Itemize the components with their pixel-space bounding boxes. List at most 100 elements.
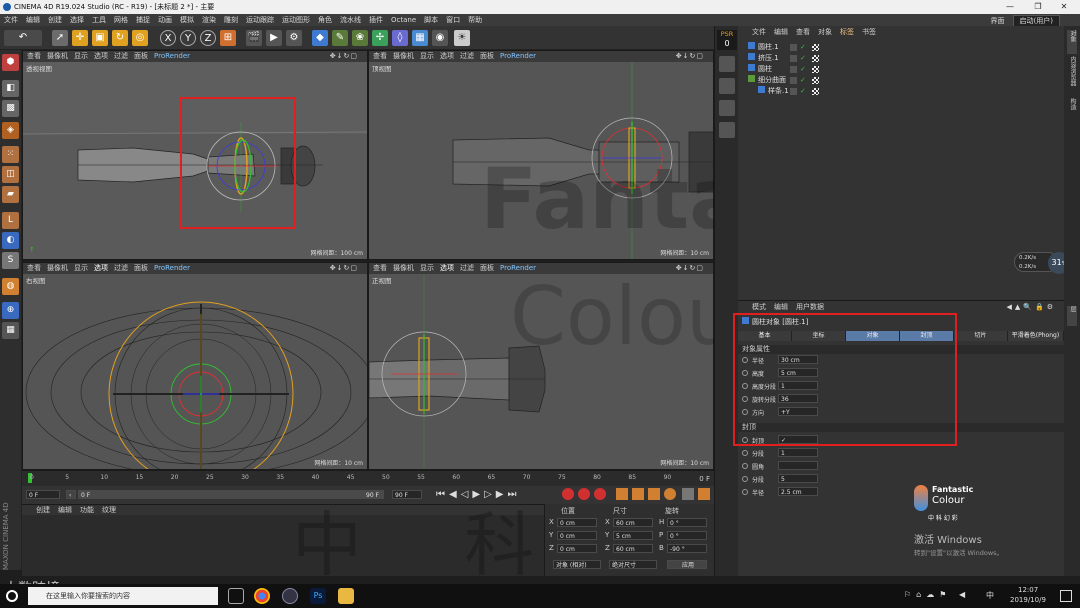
visibility-dots-icon[interactable] [790,88,797,95]
attr-tab[interactable]: 平滑着色(Phong) [1008,331,1064,341]
menu-snap[interactable]: 捕捉 [132,14,154,26]
am-menu-edit[interactable]: 编辑 [774,303,788,311]
snap-icon[interactable]: S [2,252,19,269]
attr-field-value[interactable] [778,461,818,470]
dock-lock-icon[interactable] [719,56,735,72]
vp-menu-filter[interactable]: 过滤 [460,52,474,60]
vp-menu-display[interactable]: 显示 [74,264,88,272]
edges-mode-icon[interactable]: ◫ [2,166,19,183]
object-row[interactable]: 样条.1 ✓ [738,86,1064,97]
select-arrow-icon[interactable]: ➚ [52,30,68,46]
notification-icon[interactable] [1060,590,1072,602]
menu-pipeline[interactable]: 流水线 [336,14,365,26]
tag-icon[interactable] [812,55,819,62]
menu-simulate[interactable]: 模拟 [176,14,198,26]
photoshop-icon[interactable]: Ps [310,588,326,604]
vp-menu-view[interactable]: 查看 [373,264,387,272]
tag-icon[interactable] [812,77,819,84]
mat-menu-texture[interactable]: 纹理 [102,506,116,514]
side-tab-objects[interactable]: 对象 [1067,30,1077,54]
om-menu-tags[interactable]: 标签 [840,28,854,36]
vp-menu-panel[interactable]: 面板 [480,264,494,272]
vp-menu-panel[interactable]: 面板 [134,264,148,272]
pen-spline-icon[interactable]: ✎ [332,30,348,46]
vp-menu-display[interactable]: 显示 [74,52,88,60]
enable-axis-icon[interactable]: L [2,212,19,229]
animate-radio-icon[interactable] [742,463,748,469]
menu-select[interactable]: 选择 [66,14,88,26]
polygons-mode-icon[interactable]: ▰ [2,186,19,203]
vp-menu-options[interactable]: 选项 [94,264,108,272]
maximize-button[interactable]: ❐ [1026,0,1050,14]
menu-motion-tracker[interactable]: 运动跟踪 [242,14,278,26]
chrome-icon[interactable] [254,588,270,604]
coord-position-field[interactable]: 0 cm [557,531,597,540]
object-row[interactable]: 圆柱 ✓ [738,64,1064,75]
grid-icon[interactable]: ▦ [2,322,19,339]
menu-mesh[interactable]: 网格 [110,14,132,26]
enabled-check-icon[interactable]: ✓ [800,75,806,86]
tag-icon[interactable] [812,66,819,73]
animate-radio-icon[interactable] [742,489,748,495]
vp-menu-options[interactable]: 选项 [440,52,454,60]
enabled-check-icon[interactable]: ✓ [800,86,806,97]
points-mode-icon[interactable]: ⁙ [2,146,19,163]
menu-mograph[interactable]: 运动图形 [278,14,314,26]
object-row[interactable]: 挤压.1 ✓ [738,53,1064,64]
layout-selector[interactable]: 界面 启动(用户) [987,15,1060,27]
apply-button[interactable]: 应用 [667,560,707,569]
workplane-icon[interactable]: ◈ [2,122,19,139]
coord-position-field[interactable]: 0 cm [557,518,597,527]
cube-icon[interactable]: ◆ [312,30,328,46]
side-tab-structure[interactable]: 构造 [1067,98,1077,122]
minimize-button[interactable]: — [998,0,1022,14]
vp-menu-view[interactable]: 查看 [373,52,387,60]
undo-icon[interactable]: ↶ [4,30,42,46]
object-row[interactable]: 圆柱.1 ✓ [738,42,1064,53]
attr-nav-icons[interactable]: ◀▲🔍🔒⚙ [1007,301,1056,313]
om-menu-bookmarks[interactable]: 书签 [862,28,876,36]
tag-icon[interactable] [812,88,819,95]
menu-script[interactable]: 脚本 [420,14,442,26]
menu-edit[interactable]: 编辑 [22,14,44,26]
vp-menu-panel[interactable]: 面板 [134,52,148,60]
vp-menu-camera[interactable]: 摄像机 [47,264,68,272]
vp-menu-camera[interactable]: 摄像机 [393,264,414,272]
vp-menu-prorender[interactable]: ProRender [154,52,190,60]
vp-menu-panel[interactable]: 面板 [480,52,494,60]
recent-tool-icon[interactable]: ◎ [132,30,148,46]
visibility-dots-icon[interactable] [790,66,797,73]
vp-menu-view[interactable]: 查看 [27,52,41,60]
attr-field-value[interactable]: 1 [778,448,818,457]
vp-menu-display[interactable]: 显示 [420,52,434,60]
y-axis-icon[interactable]: Y [180,30,196,46]
render-view-icon[interactable]: 🎬 [246,30,262,46]
attr-field-value[interactable]: 2.5 cm [778,487,818,496]
coord-position-field[interactable]: 0 cm [557,544,597,553]
render-picture-viewer-icon[interactable]: ▶ [266,30,282,46]
coord-rotation-field[interactable]: 0 ° [667,518,707,527]
tweak-icon[interactable]: ◐ [2,232,19,249]
floor-icon[interactable]: ▦ [412,30,428,46]
vp-menu-filter[interactable]: 过滤 [460,264,474,272]
visibility-dots-icon[interactable] [790,77,797,84]
task-view-icon[interactable] [228,588,244,604]
vp-menu-camera[interactable]: 摄像机 [393,52,414,60]
soft-selection-icon[interactable]: ◍ [2,278,19,295]
menu-tools[interactable]: 工具 [88,14,110,26]
coord-size-field[interactable]: 60 cm [613,544,653,553]
mat-menu-edit[interactable]: 编辑 [58,506,72,514]
deformer-icon[interactable]: ◊ [392,30,408,46]
menu-character[interactable]: 角色 [314,14,336,26]
vp-menu-view[interactable]: 查看 [27,264,41,272]
menu-animate[interactable]: 动画 [154,14,176,26]
model-mode-icon[interactable]: ◧ [2,80,19,97]
vp-menu-prorender[interactable]: ProRender [154,264,190,272]
dock-snap-icon[interactable] [719,78,735,94]
camera-icon[interactable]: ◉ [432,30,448,46]
enabled-check-icon[interactable]: ✓ [800,53,806,64]
am-menu-mode[interactable]: 模式 [752,303,766,311]
texture-mode-icon[interactable]: ▩ [2,100,19,117]
mat-menu-create[interactable]: 创建 [36,506,50,514]
animate-radio-icon[interactable] [742,450,748,456]
